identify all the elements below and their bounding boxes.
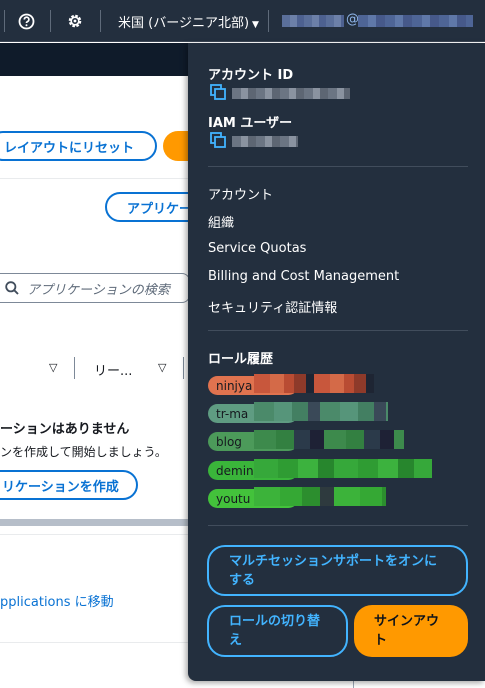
- account-dropdown-menu: アカウント ID IAM ユーザー アカウント 組織 Service Quota…: [188, 43, 485, 681]
- role-name-redacted: [254, 402, 388, 421]
- role-name-redacted: [254, 487, 386, 506]
- iam-user-redacted: [232, 136, 298, 147]
- gear-icon[interactable]: [65, 11, 85, 31]
- role-name: tr-ma: [216, 406, 249, 421]
- menu-divider: [208, 330, 468, 331]
- region-selector[interactable]: 米国 (バージニア北部) ▼: [118, 12, 259, 31]
- search-input[interactable]: アプリケーションの検索: [0, 273, 190, 303]
- divider: [0, 534, 188, 535]
- account-alias-redacted[interactable]: [358, 15, 473, 27]
- account-name-redacted[interactable]: [282, 15, 344, 27]
- go-to-applications-link[interactable]: pplications に移動: [0, 591, 114, 610]
- nav-divider: [268, 10, 269, 32]
- column-divider: [74, 357, 75, 379]
- reset-layout-button[interactable]: レイアウトにリセット: [0, 131, 157, 161]
- role-name-redacted: [254, 430, 404, 449]
- divider: [353, 681, 354, 688]
- horizontal-scrollbar[interactable]: [0, 519, 188, 526]
- role-name: youtu: [216, 491, 251, 506]
- menu-item-billing[interactable]: Billing and Cost Management: [208, 269, 399, 284]
- column-header-label[interactable]: リー...: [94, 360, 132, 379]
- menu-divider: [208, 166, 468, 167]
- empty-state-description: ンを作成して開始しましょう。: [0, 445, 167, 459]
- menu-item-security-credentials[interactable]: セキュリティ認証情報: [208, 297, 337, 316]
- sign-out-button[interactable]: サインアウト: [354, 605, 468, 657]
- region-label: 米国 (バージニア北部): [118, 16, 250, 31]
- role-name-redacted: [254, 374, 374, 393]
- copy-icon[interactable]: [210, 84, 226, 100]
- nav-divider: [50, 10, 51, 32]
- divider: [0, 178, 188, 179]
- search-icon: [5, 281, 19, 295]
- iam-user-label: IAM ユーザー: [208, 116, 293, 131]
- switch-role-button[interactable]: ロールの切り替え: [207, 605, 348, 657]
- multisession-support-button[interactable]: マルチセッションサポートをオンにする: [207, 545, 468, 596]
- copy-icon[interactable]: [210, 132, 226, 148]
- sort-caret-icon[interactable]: ▽: [49, 361, 57, 374]
- create-application-button[interactable]: リケーションを作成: [0, 470, 138, 500]
- menu-item-account[interactable]: アカウント: [208, 184, 273, 203]
- account-id-label: アカウント ID: [208, 68, 294, 83]
- top-navigation-bar: 米国 (バージニア北部) ▼ @: [0, 0, 485, 42]
- menu-item-organizations[interactable]: 組織: [208, 212, 234, 231]
- menu-divider: [208, 525, 468, 526]
- question-circle-icon[interactable]: [16, 11, 36, 31]
- role-name: demin: [216, 463, 254, 478]
- table-header-row: ▽ リー... ▽: [0, 357, 188, 383]
- role-name: ninjya: [216, 378, 253, 393]
- sort-caret-icon[interactable]: ▽: [158, 361, 166, 374]
- role-name: blog: [216, 434, 242, 449]
- menu-item-service-quotas[interactable]: Service Quotas: [208, 241, 306, 256]
- caret-down-icon: ▼: [252, 20, 259, 30]
- nav-divider: [100, 10, 101, 32]
- nav-divider: [4, 10, 5, 32]
- divider: [0, 642, 188, 643]
- page-header-band: [0, 43, 188, 76]
- empty-state-title: ーションはありません: [0, 422, 130, 437]
- column-divider: [183, 357, 184, 379]
- search-placeholder: アプリケーションの検索: [27, 282, 170, 298]
- role-name-redacted: [254, 459, 432, 478]
- role-history-title: ロール履歴: [208, 352, 274, 367]
- account-id-redacted: [232, 88, 350, 99]
